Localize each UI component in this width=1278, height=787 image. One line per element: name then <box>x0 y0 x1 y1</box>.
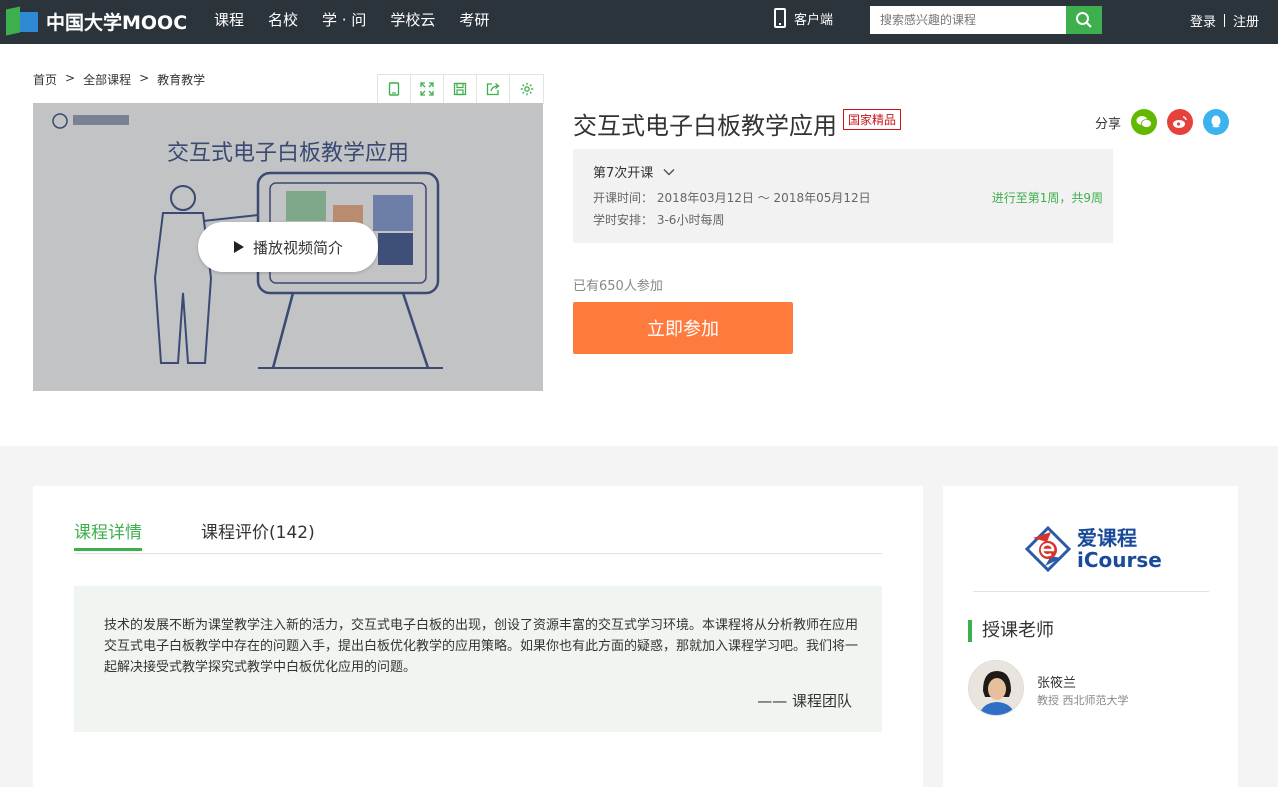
sidebar-divider <box>973 591 1209 592</box>
login-link[interactable]: 登录 <box>1190 11 1216 30</box>
phone-icon <box>774 8 786 28</box>
save-icon <box>453 82 467 96</box>
nav-item-school-cloud[interactable]: 学校云 <box>390 0 435 44</box>
nav-item-xuewen[interactable]: 学 · 问 <box>322 0 366 44</box>
gear-icon <box>520 82 533 96</box>
icourse-e-icon <box>1024 525 1072 573</box>
course-time-row: 开课时间： 2018年03月12日 ～ 2018年05月12日 <box>593 189 871 206</box>
schedule-value: 3-6小时每周 <box>656 213 725 227</box>
description-signature: —— 课程团队 <box>757 692 852 710</box>
share-button[interactable] <box>477 75 510 103</box>
teacher-name[interactable]: 张筱兰 <box>1037 672 1076 691</box>
qq-share-button[interactable] <box>1203 109 1230 135</box>
teacher-avatar[interactable] <box>968 660 1024 716</box>
top-nav-bar: 中国大学MOOC 课程 名校 学 · 问 学校云 考研 客户端 登录 注册 <box>0 0 1278 44</box>
search-box <box>870 6 1102 34</box>
icourse-wordmark: 爱课程 iCourse <box>1077 527 1162 571</box>
weibo-icon <box>1173 116 1187 128</box>
search-input[interactable] <box>870 6 1066 34</box>
weibo-share-button[interactable] <box>1167 109 1194 135</box>
breadcrumb-all-courses[interactable]: 全部课程 <box>83 71 131 88</box>
main-nav: 课程 名校 学 · 问 学校云 考研 <box>214 0 513 44</box>
course-time-label: 开课时间： <box>593 191 654 205</box>
schedule-label: 学时安排： <box>593 213 654 227</box>
auth-links: 登录 注册 <box>1190 11 1259 30</box>
nav-item-courses[interactable]: 课程 <box>214 0 244 44</box>
course-description: 技术的发展不断为课堂教学注入新的活力，交互式电子白板的出现，创设了资源丰富的交互… <box>74 586 882 732</box>
qq-icon <box>1211 115 1221 128</box>
wechat-icon <box>1136 116 1152 128</box>
course-detail-card: 课程详情 课程评价(142) 技术的发展不断为课堂教学注入新的活力，交互式电子白… <box>33 486 923 787</box>
session-info-panel: 第7次开课 开课时间： 2018年03月12日 ～ 2018年05月12日 学时… <box>573 149 1113 243</box>
brand-name: 中国大学MOOC <box>46 11 188 34</box>
save-button[interactable] <box>444 75 477 103</box>
site-logo[interactable]: 中国大学MOOC <box>6 6 187 36</box>
breadcrumb-home[interactable]: 首页 <box>33 71 57 88</box>
detail-tabs: 课程详情 课程评价(142) <box>74 514 882 554</box>
enrolled-count: 已有650人参加 <box>573 279 663 294</box>
join-course-button[interactable]: 立即参加 <box>573 302 793 354</box>
tab-course-reviews[interactable]: 课程评价(142) <box>201 518 315 543</box>
course-header: 首页 > 全部课程 > 教育教学 交互式电子白板教学应用 播放视频简介 交互式电… <box>0 44 1278 446</box>
register-link[interactable]: 注册 <box>1233 11 1259 30</box>
course-time-value: 2018年03月12日 ～ 2018年05月12日 <box>656 191 871 205</box>
tablet-icon <box>388 82 400 96</box>
wechat-share-button[interactable] <box>1131 109 1158 135</box>
term-selector[interactable]: 第7次开课 <box>593 162 675 181</box>
share-label: 分享 <box>1095 116 1122 132</box>
tab-course-detail[interactable]: 课程详情 <box>74 518 142 551</box>
expand-icon <box>420 82 434 96</box>
description-text: 技术的发展不断为课堂教学注入新的活力，交互式电子白板的出现，创设了资源丰富的交互… <box>104 618 859 675</box>
schedule-row: 学时安排： 3-6小时每周 <box>593 211 724 228</box>
share-out-icon <box>486 83 500 96</box>
nav-item-schools[interactable]: 名校 <box>268 0 298 44</box>
breadcrumb-separator: > <box>65 71 76 85</box>
term-label: 第7次开课 <box>593 166 654 181</box>
play-label: 播放视频简介 <box>252 238 343 257</box>
avatar-photo <box>969 661 1023 715</box>
search-button[interactable] <box>1066 6 1102 34</box>
fullscreen-button[interactable] <box>411 75 444 103</box>
sidebar-card: 爱课程 iCourse 授课老师 张筱兰 教授 西北师范大学 <box>943 486 1238 787</box>
share-bar: 分享 <box>1095 109 1230 135</box>
teacher-section-heading: 授课老师 <box>968 620 1054 642</box>
chevron-down-icon <box>663 168 675 176</box>
icourse-cn-text: 爱课程 <box>1077 526 1137 550</box>
nav-item-kaoyan[interactable]: 考研 <box>459 0 489 44</box>
intro-video[interactable]: 交互式电子白板教学应用 播放视频简介 <box>33 103 543 391</box>
video-toolbar <box>377 74 544 104</box>
icourse-en-text: iCourse <box>1077 548 1162 572</box>
tablet-button[interactable] <box>378 75 411 103</box>
search-icon <box>1076 12 1092 28</box>
teacher-title: 教授 西北师范大学 <box>1037 694 1129 707</box>
breadcrumb-category[interactable]: 教育教学 <box>157 71 205 88</box>
auth-divider <box>1224 14 1226 27</box>
play-icon <box>233 241 244 253</box>
client-download-link[interactable]: 客户端 <box>774 8 833 28</box>
breadcrumb: 首页 > 全部课程 > 教育教学 <box>33 71 205 88</box>
national-quality-badge: 国家精品 <box>843 109 902 130</box>
breadcrumb-separator: > <box>139 71 150 85</box>
video-slide-title: 交互式电子白板教学应用 <box>167 141 409 166</box>
play-intro-button[interactable]: 播放视频简介 <box>198 222 378 272</box>
course-title: 交互式电子白板教学应用 <box>573 112 837 140</box>
client-label: 客户端 <box>794 12 834 28</box>
settings-button[interactable] <box>510 75 543 103</box>
course-progress-text: 进行至第1周，共9周 <box>991 191 1103 205</box>
mooc-logo-icon <box>6 6 40 36</box>
icourse-logo[interactable]: 爱课程 iCourse <box>1023 524 1162 574</box>
